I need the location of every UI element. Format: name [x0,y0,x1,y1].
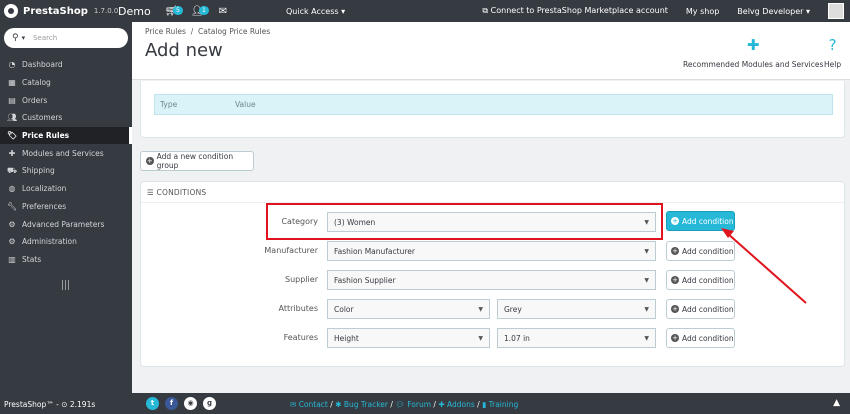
footer-links: ✉ Contact / ✱ Bug Tracker / 💬︎ Forum / ✚… [290,400,519,409]
footer: PrestaShop™ - ⊙ 2.191s t f ◉ g ✉ Contact… [0,393,850,414]
envelope-icon: ✉ [290,400,297,409]
twitter-icon[interactable]: t [146,397,159,410]
scroll-top-icon[interactable]: ▲ [833,398,840,408]
arrow-line [726,232,807,304]
google-icon[interactable]: g [203,397,216,410]
puzzle-icon: ✚ [438,400,445,409]
bug-tracker-link[interactable]: Bug Tracker [344,400,388,409]
bug-icon: ✱ [335,400,342,409]
facebook-icon[interactable]: f [165,397,178,410]
comments-icon: 💬︎ [395,400,405,409]
book-icon: ▮ [482,400,487,409]
annotation-arrow [721,228,807,304]
training-link[interactable]: Training [489,400,519,409]
addons-link[interactable]: Addons [447,400,475,409]
github-icon[interactable]: ◉ [184,397,197,410]
forum-link[interactable]: Forum [407,400,431,409]
contact-link[interactable]: Contact [299,400,328,409]
footer-version: PrestaShop™ - ⊙ 2.191s [4,400,96,409]
